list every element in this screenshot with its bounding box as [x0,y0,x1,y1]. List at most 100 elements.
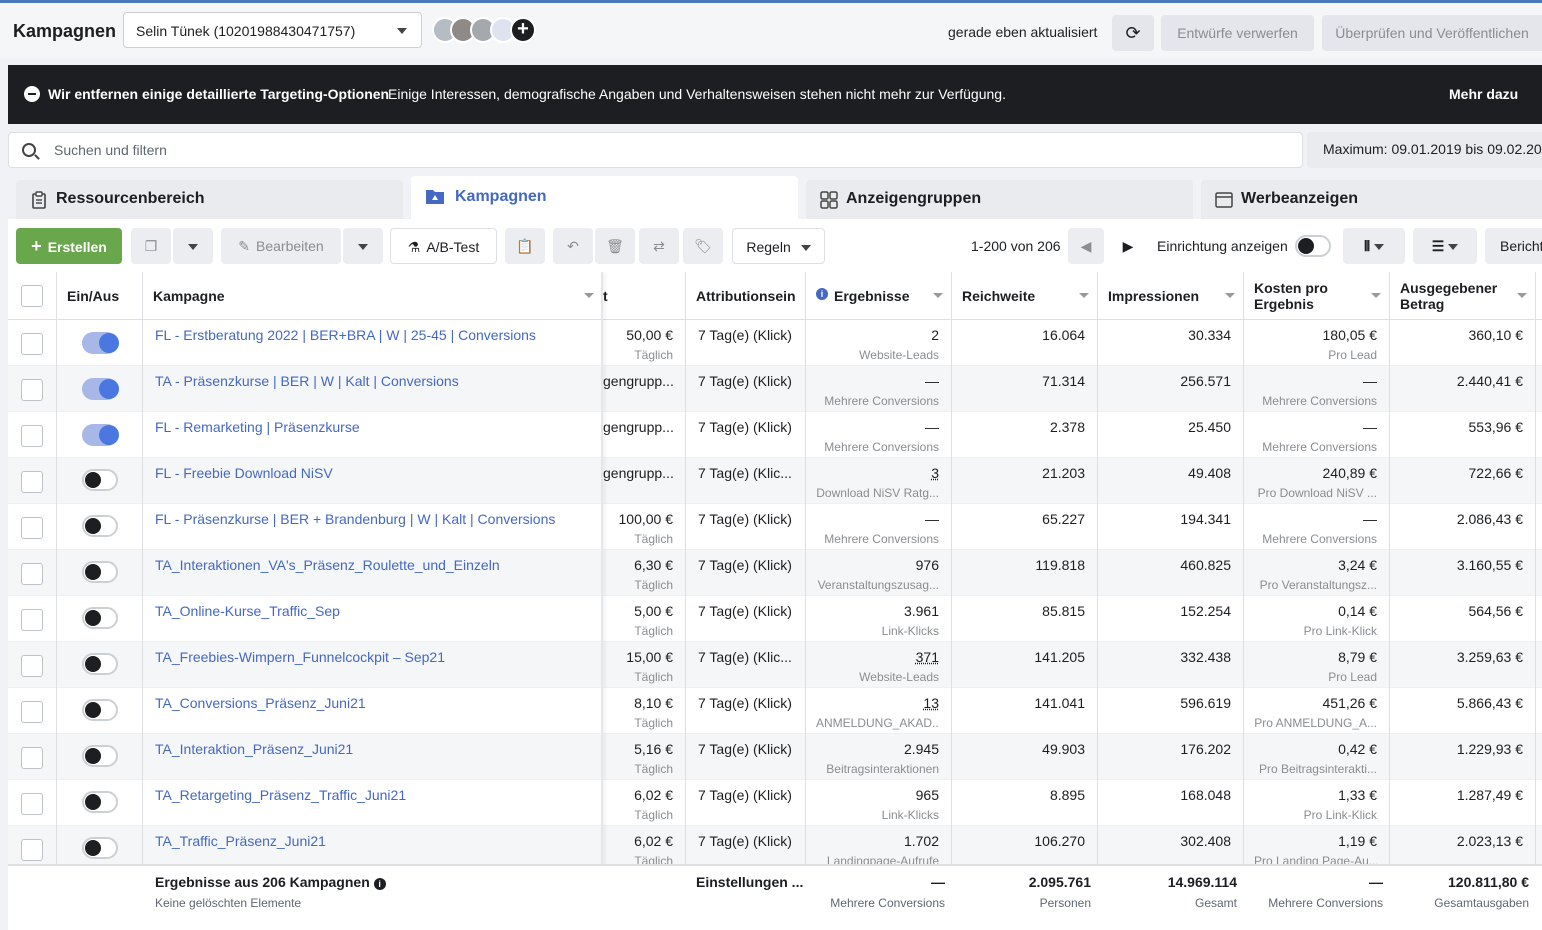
table-row[interactable]: TA - Präsenzkurse | BER | W | Kalt | Con… [8,366,1542,412]
campaign-name-link[interactable]: FL - Erstberatung 2022 | BER+BRA | W | 2… [155,327,536,343]
delete-button[interactable]: 🗑 [595,228,635,264]
campaign-name-link[interactable]: TA_Traffic_Präsenz_Juni21 [155,833,326,849]
tab-ads[interactable]: Werbeanzeigen [1201,180,1542,219]
campaign-name-link[interactable]: TA_Interaktionen_VA's_Präsenz_Roulette_u… [155,557,500,573]
row-checkbox[interactable] [21,333,43,355]
tag-button[interactable]: 🏷 [683,228,723,264]
edit-button[interactable]: ✎ Bearbeiten [221,228,341,264]
tab-campaigns[interactable]: Kampagnen [411,176,798,219]
account-selector[interactable]: Selin Tünek (10201988430471757) [123,12,422,48]
review-publish-button[interactable]: Überprüfen und Veröffentlichen [1322,15,1542,51]
refresh-button[interactable]: ⟳ [1112,15,1154,51]
campaign-toggle[interactable] [82,837,118,859]
campaign-name-link[interactable]: TA - Präsenzkurse | BER | W | Kalt | Con… [155,373,459,389]
amount-spent-value: 564,56 € [1468,603,1524,619]
campaign-toggle[interactable] [82,561,118,583]
column-header-onoff[interactable]: Ein/Aus [57,272,143,320]
campaign-name-link[interactable]: FL - Freebie Download NiSV [155,465,333,481]
campaign-toggle[interactable] [82,745,118,767]
next-page-button[interactable]: ▶ [1110,228,1146,264]
column-header-cost-per-result[interactable]: Kosten pro Ergebnis [1244,272,1390,320]
campaign-name-link[interactable]: FL - Remarketing | Präsenzkurse [155,419,360,435]
table-row[interactable]: FL - Freebie Download NiSV gengrupp... 7 T… [8,458,1542,504]
column-header-amount-spent[interactable]: Ausgegebener Betrag [1390,272,1536,320]
preview-button[interactable]: ⇄ [639,228,679,264]
duplicate-dropdown[interactable] [173,228,213,264]
campaign-name-link[interactable]: TA_Interaktion_Präsenz_Juni21 [155,741,353,757]
create-button[interactable]: + Erstellen [16,228,122,264]
date-range-picker[interactable]: Maximum: 09.01.2019 bis 09.02.20 [1307,132,1542,168]
toggle-knob [99,425,119,445]
campaign-toggle[interactable] [82,607,118,629]
table-row[interactable]: FL - Remarketing | Präsenzkurse gengrupp.… [8,412,1542,458]
column-header-reach[interactable]: Reichweite [952,272,1098,320]
cost-per-result-type: Pro Lead [1328,670,1377,684]
info-icon[interactable]: i [373,878,386,890]
campaign-name-link[interactable]: TA_Online-Kurse_Traffic_Sep [155,603,340,619]
column-header-campaign[interactable]: Kampagne [143,272,603,320]
campaign-name-link[interactable]: FL - Präsenzkurse | BER + Brandenburg | … [155,511,555,527]
table-row[interactable]: TA_Retargeting_Präsenz_Traffic_Juni21 6,0… [8,780,1542,826]
row-checkbox[interactable] [21,793,43,815]
reports-button[interactable]: Bericht [1485,228,1542,264]
clipboard-button[interactable]: 📋 [505,228,545,264]
columns-button[interactable]: ⦀ [1343,228,1405,264]
rules-button[interactable]: Regeln [732,228,825,264]
table-row[interactable]: FL - Erstberatung 2022 | BER+BRA | W | 2… [8,320,1542,366]
row-checkbox[interactable] [21,517,43,539]
row-checkbox[interactable] [21,609,43,631]
breakdown-button[interactable]: ☰ [1413,228,1477,264]
campaign-name-link[interactable]: TA_Conversions_Präsenz_Juni21 [155,695,366,711]
column-header-attribution[interactable]: Attributionsein [686,272,806,320]
table-row[interactable]: TA_Interaktionen_VA's_Präsenz_Roulette_u… [8,550,1542,596]
column-header-impressions[interactable]: Impressionen [1098,272,1244,320]
budget-type: Täglich [634,624,673,638]
campaign-toggle[interactable] [82,469,118,491]
setup-toggle[interactable] [1295,235,1331,257]
duplicate-button[interactable]: ❐ [131,228,171,264]
row-checkbox[interactable] [21,379,43,401]
campaign-toggle[interactable] [82,515,118,537]
undo-button[interactable]: ↶ [553,228,593,264]
row-checkbox[interactable] [21,747,43,769]
row-checkbox[interactable] [21,563,43,585]
row-checkbox[interactable] [21,655,43,677]
campaign-toggle[interactable] [82,424,119,446]
budget-value: 8,10 € [634,695,673,711]
tab-adsets[interactable]: Anzeigengruppen [806,180,1193,219]
table-row[interactable]: FL - Präsenzkurse | BER + Brandenburg | … [8,504,1542,550]
campaign-toggle[interactable] [82,699,118,721]
campaign-toggle[interactable] [82,791,118,813]
tab-resources[interactable]: Ressourcenbereich [16,180,403,219]
column-header-results[interactable]: i Ergebnisse [806,272,952,320]
collaborator-avatars[interactable]: + [432,17,542,45]
row-checkbox[interactable] [21,471,43,493]
column-header-budget[interactable]: t [603,272,686,320]
campaign-toggle[interactable] [82,378,119,400]
table-row[interactable]: TA_Interaktion_Präsenz_Juni21 5,16 € Tägli… [8,734,1542,780]
ab-test-button[interactable]: ⚗ A/B-Test [390,228,497,264]
select-all-checkbox[interactable] [21,285,43,307]
campaign-toggle[interactable] [82,653,118,675]
reach-value: 65.227 [1042,511,1085,527]
row-checkbox[interactable] [21,701,43,723]
campaign-name-link[interactable]: TA_Freebies-Wimpern_Funnelcockpit – Sep2… [155,649,445,665]
edit-dropdown[interactable] [343,228,383,264]
campaign-name-link[interactable]: TA_Retargeting_Präsenz_Traffic_Juni21 [155,787,406,803]
search-input[interactable]: Suchen und filtern [8,132,1303,168]
table-row[interactable]: TA_Online-Kurse_Traffic_Sep 5,00 € Täglich… [8,596,1542,642]
add-collaborator-icon[interactable]: + [510,17,536,43]
row-checkbox[interactable] [21,839,43,861]
prev-page-button[interactable]: ◀ [1068,228,1104,264]
campaign-toggle[interactable] [82,332,119,354]
info-icon: i [816,288,828,300]
results-value: 3 [931,465,939,481]
ab-test-label: A/B-Test [426,239,480,255]
results-type: Website-Leads [859,670,939,684]
impressions-value: 25.450 [1188,419,1231,435]
row-checkbox[interactable] [21,425,43,447]
discard-drafts-button[interactable]: Entwürfe verwerfen [1161,15,1314,51]
learn-more-link[interactable]: Mehr dazu [1449,86,1518,102]
table-row[interactable]: TA_Conversions_Präsenz_Juni21 8,10 € Tägli… [8,688,1542,734]
table-row[interactable]: TA_Freebies-Wimpern_Funnelcockpit – Sep2… [8,642,1542,688]
